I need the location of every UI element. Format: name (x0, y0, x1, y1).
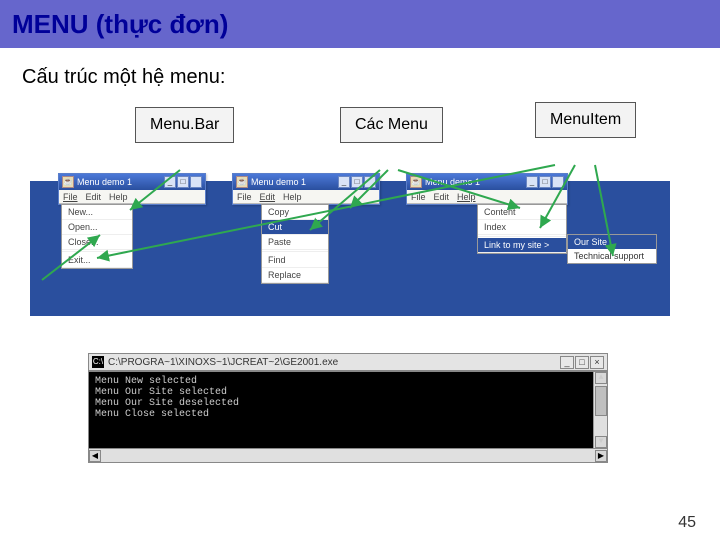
menuitem-new[interactable]: New... (62, 205, 132, 220)
label-menus: Các Menu (340, 107, 443, 143)
window-2: ☕ Menu demo 1 _ □ File Edit Help Copy Cu… (232, 173, 380, 205)
menu-help[interactable]: Help (457, 192, 476, 202)
separator (478, 236, 566, 237)
submenu-link: Our Site Technical support (567, 234, 657, 264)
menuitem-cut[interactable]: Cut (262, 220, 328, 235)
menuitem-link[interactable]: Link to my site > (478, 238, 566, 253)
maximize-icon[interactable]: □ (575, 356, 589, 369)
menubar-1[interactable]: File Edit Help (59, 190, 205, 204)
menu-file[interactable]: File (411, 192, 426, 202)
close-icon[interactable] (364, 176, 376, 188)
menuitem-paste[interactable]: Paste (262, 235, 328, 250)
java-icon: ☕ (62, 176, 74, 188)
separator (262, 251, 328, 252)
window-2-title: Menu demo 1 (251, 177, 306, 187)
window-3: ☕ Menu demo 1 _ □ File Edit Help Content… (406, 173, 568, 205)
menu-file[interactable]: File (237, 192, 252, 202)
menubar-3[interactable]: File Edit Help (407, 190, 567, 204)
close-icon[interactable] (190, 176, 202, 188)
console-body: Menu New selected Menu Our Site selected… (88, 371, 608, 449)
scrollbar-horizontal[interactable]: ◀ ▶ (88, 449, 608, 463)
submenu-oursite[interactable]: Our Site (568, 235, 656, 249)
titlebar-3: ☕ Menu demo 1 _ □ (407, 174, 567, 190)
label-menuitem: MenuItem (535, 102, 636, 138)
console-window: C:\ C:\PROGRA~1\XINOXS~1\JCREAT~2\GE2001… (88, 353, 608, 463)
maximize-icon[interactable]: □ (351, 176, 363, 188)
maximize-icon[interactable]: □ (539, 176, 551, 188)
scroll-thumb[interactable] (595, 386, 607, 416)
menuitem-index[interactable]: Index (478, 220, 566, 235)
menu-file[interactable]: File (63, 192, 78, 202)
subtitle: Cấu trúc một hệ menu: (22, 66, 720, 89)
window-3-title: Menu demo 1 (425, 177, 480, 187)
console-title-text: C:\PROGRA~1\XINOXS~1\JCREAT~2\GE2001.exe (108, 357, 338, 368)
minimize-icon[interactable]: _ (164, 176, 176, 188)
menu-edit[interactable]: Edit (434, 192, 450, 202)
maximize-icon[interactable]: □ (177, 176, 189, 188)
console-line: Menu Our Site selected (95, 387, 227, 398)
minimize-icon[interactable]: _ (526, 176, 538, 188)
screenshot-row: ☕ Menu demo 1 _ □ File Edit Help New... … (0, 173, 720, 323)
menuitem-open[interactable]: Open... (62, 220, 132, 235)
submenu-techsupport[interactable]: Technical support (568, 249, 656, 263)
menubar-2[interactable]: File Edit Help (233, 190, 379, 204)
menu-help[interactable]: Help (109, 192, 128, 202)
menuitem-exit[interactable]: Exit... (62, 253, 132, 268)
separator (62, 251, 132, 252)
label-menubar: Menu.Bar (135, 107, 234, 143)
menu-edit[interactable]: Edit (86, 192, 102, 202)
java-icon: ☕ (410, 176, 422, 188)
menuitem-content[interactable]: Content (478, 205, 566, 220)
slide-title-bar: MENU (thực đơn) (0, 0, 720, 48)
scroll-down-icon[interactable]: ▼ (595, 436, 607, 448)
close-icon[interactable]: × (590, 356, 604, 369)
menu-edit[interactable]: Edit (260, 192, 276, 202)
scroll-right-icon[interactable]: ▶ (595, 450, 607, 462)
menuitem-find[interactable]: Find (262, 253, 328, 268)
window-1: ☕ Menu demo 1 _ □ File Edit Help New... … (58, 173, 206, 205)
titlebar-1: ☕ Menu demo 1 _ □ (59, 174, 205, 190)
scroll-up-icon[interactable]: ▲ (595, 372, 607, 384)
dropdown-file: New... Open... Close... Exit... (61, 204, 133, 269)
scroll-left-icon[interactable]: ◀ (89, 450, 101, 462)
console-titlebar: C:\ C:\PROGRA~1\XINOXS~1\JCREAT~2\GE2001… (88, 353, 608, 371)
dropdown-help: Content Index Link to my site > (477, 204, 567, 254)
page-number: 45 (678, 514, 696, 532)
scrollbar-vertical[interactable]: ▲ ▼ (593, 372, 607, 448)
console-line: Menu New selected (95, 376, 197, 387)
cmd-icon: C:\ (92, 356, 104, 368)
window-1-title: Menu demo 1 (77, 177, 132, 187)
menuitem-replace[interactable]: Replace (262, 268, 328, 283)
menuitem-copy[interactable]: Copy (262, 205, 328, 220)
menuitem-close[interactable]: Close... (62, 235, 132, 250)
slide-title: MENU (thực đơn) (12, 9, 228, 40)
minimize-icon[interactable]: _ (560, 356, 574, 369)
console-line: Menu Close selected (95, 409, 209, 420)
java-icon: ☕ (236, 176, 248, 188)
menu-help[interactable]: Help (283, 192, 302, 202)
console-line: Menu Our Site deselected (95, 398, 239, 409)
dropdown-edit: Copy Cut Paste Find Replace (261, 204, 329, 284)
titlebar-2: ☕ Menu demo 1 _ □ (233, 174, 379, 190)
close-icon[interactable] (552, 176, 564, 188)
labels-row: Menu.Bar Các Menu MenuItem (0, 107, 720, 167)
minimize-icon[interactable]: _ (338, 176, 350, 188)
